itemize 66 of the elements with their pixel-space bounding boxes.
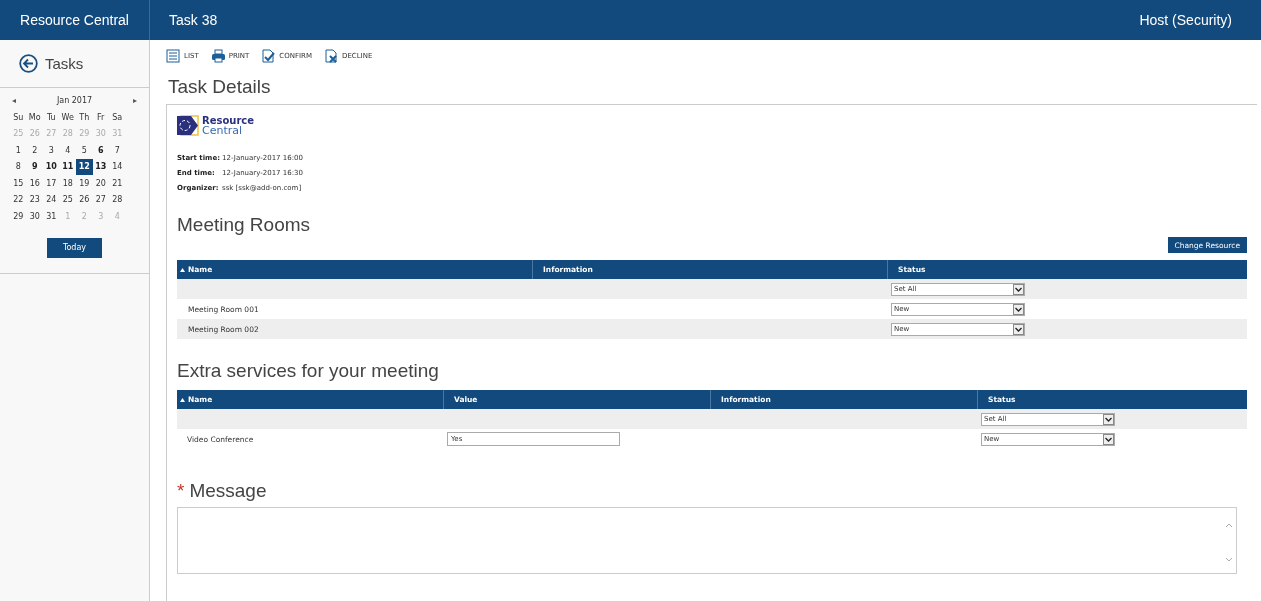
- page-heading: Task Details: [168, 76, 272, 98]
- weekday-label: Th: [78, 111, 91, 124]
- calendar-day[interactable]: 27: [92, 191, 109, 208]
- calendar-day[interactable]: 22: [10, 191, 27, 208]
- document-cross-icon: [324, 49, 339, 63]
- calendar-day[interactable]: 19: [76, 175, 93, 192]
- next-month-button[interactable]: ▸: [132, 96, 137, 105]
- calendar-day[interactable]: 31: [43, 208, 60, 225]
- calendar-day[interactable]: 5: [76, 142, 93, 159]
- calendar-day[interactable]: 18: [59, 175, 76, 192]
- chevron-down-icon: [1013, 303, 1024, 315]
- previous-month-button[interactable]: ◂: [12, 96, 16, 105]
- page-title: Task 38: [169, 12, 218, 28]
- logo-icon: [177, 115, 199, 136]
- calendar-day[interactable]: 30: [26, 208, 43, 225]
- sort-ascending-icon: [180, 267, 185, 272]
- weekday-label: Tu: [45, 111, 57, 124]
- calendar-day[interactable]: 25: [59, 191, 76, 208]
- calendar-day[interactable]: 24: [43, 191, 60, 208]
- chevron-down-icon: [1103, 413, 1114, 425]
- calendar-day[interactable]: 12: [76, 158, 93, 175]
- chevron-down-icon: [1013, 283, 1024, 295]
- today-button[interactable]: Today: [47, 237, 102, 258]
- calendar-day[interactable]: 7: [109, 142, 126, 159]
- chevron-down-icon: [1013, 323, 1024, 335]
- calendar-day[interactable]: 6: [92, 142, 109, 159]
- calendar-day[interactable]: 16: [26, 175, 43, 192]
- weekday-label: Fr: [96, 111, 106, 124]
- calendar-day[interactable]: 26: [76, 191, 93, 208]
- calendar-day[interactable]: 4: [59, 142, 76, 159]
- sort-ascending-icon: [180, 397, 185, 402]
- message-label: Message: [189, 479, 267, 503]
- section-heading: Extra services for your meeting: [177, 359, 440, 383]
- calendar-day[interactable]: 23: [26, 191, 43, 208]
- logo-text: Resource: [202, 115, 255, 126]
- calendar-day[interactable]: 17: [43, 175, 60, 192]
- calendar-day[interactable]: 10: [43, 158, 60, 175]
- list-icon: [166, 49, 181, 63]
- weekday-label: We: [60, 111, 75, 124]
- weekday-label: Su: [12, 111, 25, 124]
- weekday-label: Sa: [111, 111, 124, 124]
- month-label: Jan 2017: [56, 96, 93, 105]
- app-title: Resource Central: [20, 12, 129, 28]
- calendar-day[interactable]: 21: [109, 175, 126, 192]
- calendar-day[interactable]: 28: [109, 191, 126, 208]
- chevron-down-icon: [1103, 433, 1114, 445]
- document-check-icon: [261, 49, 277, 63]
- logo-text: Central: [202, 125, 243, 136]
- calendar-day[interactable]: 14: [109, 158, 126, 175]
- message-field[interactable]: [177, 507, 1237, 574]
- calendar-day[interactable]: 2: [26, 142, 43, 159]
- user-name[interactable]: Host (Security): [1139, 12, 1232, 28]
- calendar-day[interactable]: 15: [10, 175, 27, 192]
- calendar-day[interactable]: 9: [26, 158, 43, 175]
- calendar-day[interactable]: 3: [43, 142, 60, 159]
- section-heading: Meeting Rooms: [177, 213, 312, 237]
- calendar-day[interactable]: 1: [10, 142, 27, 159]
- weekday-label: Mo: [27, 111, 42, 124]
- back-link[interactable]: Tasks: [0, 40, 149, 88]
- calendar-day[interactable]: 20: [92, 175, 109, 192]
- calendar-day[interactable]: 11: [59, 158, 76, 175]
- calendar-day[interactable]: 8: [10, 158, 27, 175]
- required-mark: *: [177, 479, 185, 503]
- calendar-day[interactable]: 29: [10, 208, 27, 225]
- calendar-day[interactable]: 13: [92, 158, 109, 175]
- printer-icon: [210, 49, 226, 63]
